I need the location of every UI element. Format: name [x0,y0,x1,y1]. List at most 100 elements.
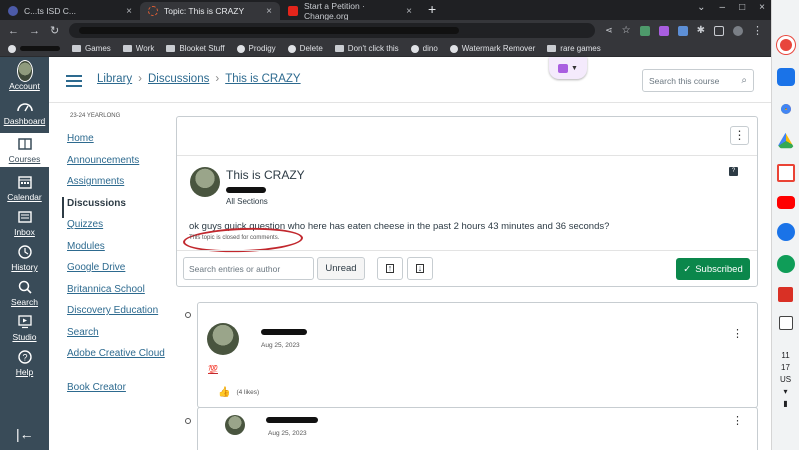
nav-inbox[interactable]: Inbox [0,209,49,237]
unread-filter-button[interactable]: Unread [317,257,365,280]
app-icon[interactable] [776,68,795,86]
close-window-icon[interactable]: × [759,2,765,13]
folder-icon [547,45,557,52]
app-icon[interactable] [778,287,793,302]
course-nav-discussions[interactable]: Discussions [62,196,172,218]
entries-search-input[interactable]: Search entries or author [183,257,314,280]
bookmark-delete[interactable]: Delete [287,44,323,53]
course-nav-book-creator[interactable]: Book Creator [62,381,172,403]
redacted-url [79,27,460,34]
profile-icon[interactable] [733,25,743,36]
bookmark-blooket[interactable]: Blooket Stuff [166,44,225,53]
reply-options-kebab-icon[interactable]: ⋮ [732,327,743,340]
bookmark-watermark[interactable]: Watermark Remover [449,44,535,53]
youtube-icon[interactable] [776,196,795,209]
extension-icon[interactable] [658,25,669,36]
thread-dot-icon [185,418,191,424]
forward-icon[interactable]: → [29,25,40,37]
topic-info-badge[interactable]: ? [729,167,738,176]
app-icon[interactable] [776,223,795,241]
bookmark-work[interactable]: Work [122,44,154,53]
bookmark-label: Blooket Stuff [179,44,225,53]
bookmark-dont-click[interactable]: Don't click this [334,44,399,53]
bookmark-prodigy[interactable]: Prodigy [236,44,276,53]
bookmark-star-icon[interactable]: ☆ [622,25,631,36]
nav-search[interactable]: Search [0,279,49,307]
nav-studio[interactable]: Studio [0,314,49,342]
menu-dots-icon[interactable]: ⋮ [752,24,763,37]
nav-calendar[interactable]: Calendar [0,174,49,202]
minimize-icon[interactable]: – [720,2,726,13]
breadcrumb-library[interactable]: Library [97,73,132,85]
course-nav-announcements[interactable]: Announcements [62,154,172,176]
calendar-badge-icon[interactable] [778,316,793,330]
thumbs-up-icon[interactable]: 👍 [218,387,230,398]
reply-options-kebab-icon[interactable]: ⋮ [732,414,743,427]
breadcrumb-current[interactable]: This is CRAZY [225,73,300,85]
nav-help[interactable]: ? Help [0,349,49,377]
chevron-down-icon[interactable]: ⌄ [697,2,705,13]
browser-tab[interactable]: C...ts ISD C... × [0,2,140,20]
address-bar[interactable] [69,23,596,38]
nav-label: Help [15,367,34,377]
course-nav-modules[interactable]: Modules [62,240,172,262]
back-icon[interactable]: ← [8,25,19,37]
close-icon[interactable]: × [126,6,132,17]
breadcrumb-discussions[interactable]: Discussions [148,73,209,85]
nav-label: Search [11,297,38,307]
bookmark-label: Don't click this [347,44,399,53]
sidepanel-icon[interactable] [714,25,724,36]
course-nav-assignments[interactable]: Assignments [62,175,172,197]
nav-courses[interactable]: Courses [0,133,49,167]
browser-tab[interactable]: Start a Petition · Change.org × [280,1,420,21]
close-icon[interactable]: × [266,6,272,17]
drive-icon[interactable] [776,132,795,149]
input-locale: US [779,375,792,384]
maximize-icon[interactable]: □ [739,2,745,13]
app-icon[interactable] [776,36,795,54]
nav-history[interactable]: History [0,244,49,272]
close-icon[interactable]: × [406,6,412,17]
subscribed-button[interactable]: ✓ Subscribed [676,258,750,280]
course-nav-britannica[interactable]: Britannica School [62,283,172,305]
nav-account[interactable]: Account [0,60,49,91]
breadcrumb-separator-icon: › [215,73,220,85]
course-nav-quizzes[interactable]: Quizzes [62,218,172,240]
course-search-input[interactable]: Search this course ⌕ [642,69,754,92]
reload-icon[interactable]: ↻ [50,24,59,37]
topic-options-kebab-icon[interactable]: ⋮ [730,126,749,145]
clock[interactable]: 11 17 US ▾ ▮ [780,350,791,410]
course-nav-home[interactable]: Home [62,132,172,154]
gmail-icon[interactable] [776,164,795,182]
nav-label: Courses [8,154,41,164]
reply-author-avatar[interactable] [207,323,239,355]
new-tab-button[interactable]: + [420,1,444,20]
course-nav-google-drive[interactable]: Google Drive [62,261,172,283]
chrome-icon[interactable] [777,100,795,118]
bookmark-dino[interactable]: dino [410,44,438,53]
collapse-nav-icon[interactable]: |← [16,426,34,442]
likes-count: (4 likes) [236,389,260,396]
extension-popup-toggle[interactable]: ▼ [549,57,587,79]
browser-tab-active[interactable]: Topic: This is CRAZY × [140,2,280,20]
course-nav-search[interactable]: Search [62,326,172,348]
bookmark-redacted[interactable] [8,44,60,53]
tab-title: Start a Petition · Change.org [304,1,365,21]
course-nav-adobe[interactable]: Adobe Creative Cloud [62,347,172,381]
collapse-threads-button[interactable]: ↓ [407,257,433,280]
reply-author-avatar[interactable] [225,415,245,435]
nav-dashboard[interactable]: Dashboard [0,98,49,126]
bookmark-games[interactable]: Games [72,44,111,53]
app-icon[interactable] [776,255,795,273]
hamburger-menu-icon[interactable] [66,75,82,87]
author-avatar[interactable] [190,167,220,197]
extension-icon[interactable] [677,25,688,36]
course-nav-discovery[interactable]: Discovery Education [62,304,172,326]
bookmark-rare-games[interactable]: rare games [547,44,601,53]
sort-up-button[interactable]: ↑ [377,257,403,280]
extension-icon[interactable] [639,25,650,36]
chevron-down-icon: ▼ [571,64,578,72]
share-icon[interactable]: ⋖ [605,25,613,36]
puzzle-icon[interactable]: ✱ [697,25,705,36]
tab-title: C...ts ISD C... [24,6,76,16]
